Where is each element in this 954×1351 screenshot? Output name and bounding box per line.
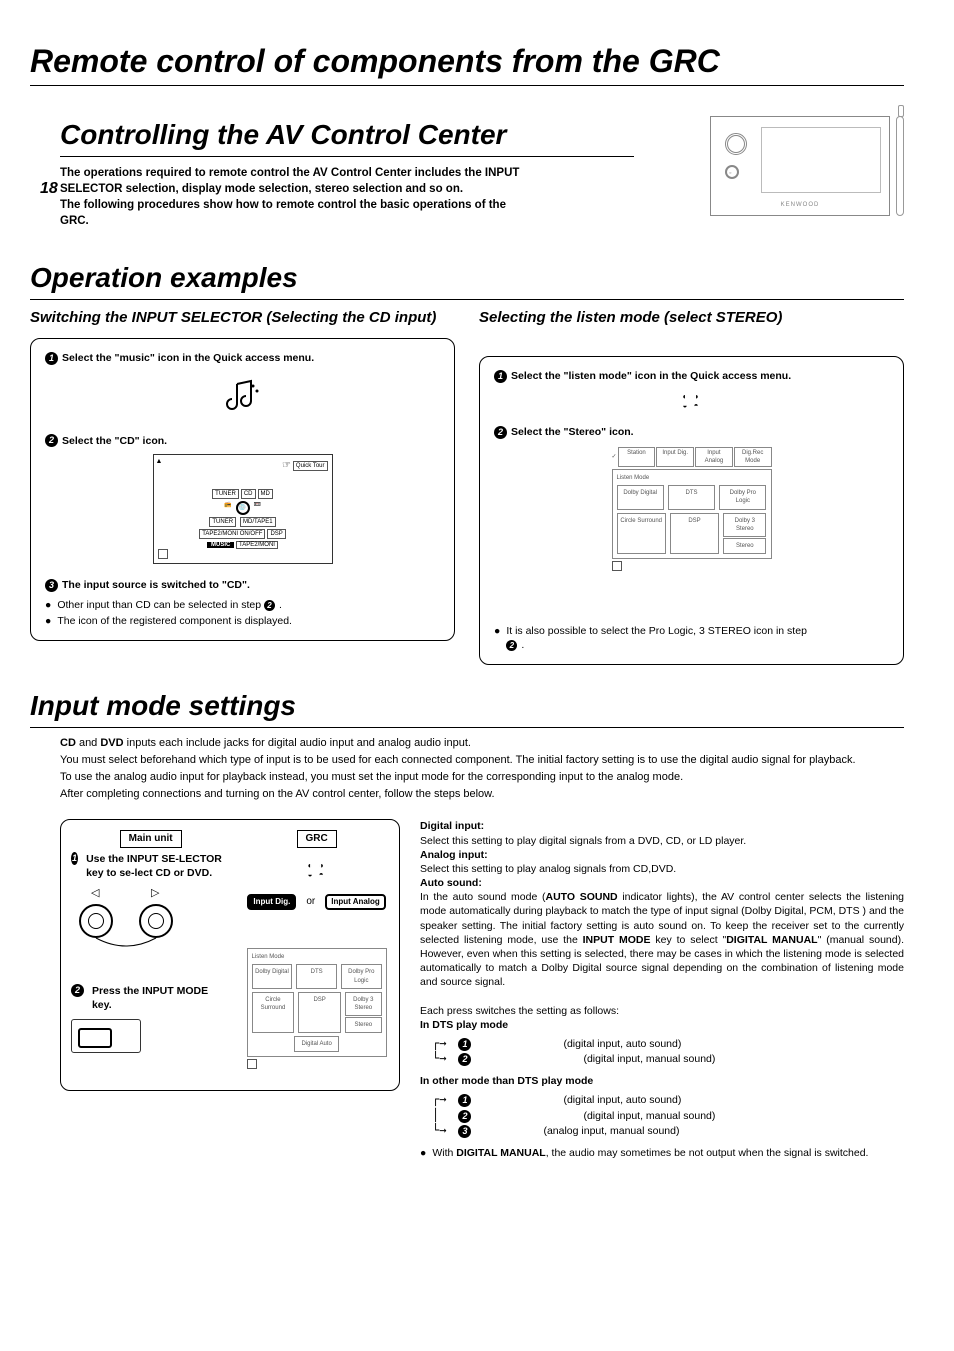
bullet-icon: ●: [45, 614, 51, 628]
input-analog-pill: Input Analog: [325, 894, 386, 911]
step-marker-1: 1: [71, 852, 78, 865]
lower-panel: Main unit 1 Use the INPUT SE-LECTOR key t…: [60, 819, 400, 1091]
main-unit-label: Main unit: [120, 830, 182, 848]
subhead-right: Selecting the listen mode (select STEREO…: [479, 308, 904, 346]
subhead-left: Switching the INPUT SELECTOR (Selecting …: [30, 308, 455, 328]
right-step2-text: Select the "Stereo" icon.: [511, 426, 634, 438]
device-illustration: ◦ KENWOOD: [664, 116, 904, 216]
step-marker-3: 3: [45, 579, 58, 592]
button-illustration: [71, 1019, 141, 1053]
left-step1-text: Select the "music" icon in the Quick acc…: [62, 352, 314, 364]
knob-illustration: ◁ ▷: [71, 886, 191, 956]
listen-mode-menu-illustration-2: Listen Mode Dolby DigitalDTSDolby Pro Lo…: [247, 948, 387, 1072]
or-text: or: [306, 895, 315, 909]
listen-mode-icon: ◐ ◑◒ ◓: [494, 393, 889, 411]
right-bullet1: It is also possible to select the Pro Lo…: [506, 624, 807, 652]
input-dig-pill: Input Dig.: [247, 894, 296, 911]
listen-mode-menu-illustration: ✓ Station Input Dig. Input Analog Dig.Re…: [612, 447, 772, 574]
step-marker-2: 2: [45, 434, 58, 447]
input-mode-explanation: Digital input: Select this setting to pl…: [420, 819, 904, 1160]
left-bullet2: The icon of the registered component is …: [57, 614, 292, 628]
section3-heading: Input mode settings: [30, 687, 904, 728]
step-marker-1: 1: [45, 352, 58, 365]
bullet-icon: ●: [45, 598, 51, 612]
section1-heading: Controlling the AV Control Center: [60, 116, 634, 157]
left-bullet1: Other input than CD can be selected in s…: [57, 598, 282, 612]
left-panel: 1 Select the "music" icon in the Quick ac…: [30, 338, 455, 641]
grc-label: GRC: [297, 830, 337, 848]
music-menu-illustration: ▲ ☞Quick Tour TUNERCDMD 📻💿📼 TUNERMD/TAPE…: [153, 454, 333, 564]
page-number: 18: [40, 178, 58, 200]
lower-step1-text: Use the INPUT SE-LECTOR key to se-lect C…: [86, 852, 230, 880]
left-step3-text: The input source is switched to "CD".: [62, 579, 250, 591]
section2-heading: Operation examples: [30, 259, 450, 299]
final-note: With DIGITAL MANUAL, the audio may somet…: [432, 1146, 868, 1160]
step-marker-1: 1: [494, 370, 507, 383]
step-marker-2: 2: [494, 426, 507, 439]
bullet-icon: ●: [420, 1146, 426, 1160]
left-step2-text: Select the "CD" icon.: [62, 435, 167, 447]
right-panel: 1 Select the "listen mode" icon in the Qu…: [479, 356, 904, 665]
listen-mode-icon: ◐ ◑◒ ◓: [244, 862, 389, 880]
bullet-icon: ●: [494, 624, 500, 652]
page-number-value: 18: [40, 180, 58, 197]
input-mode-intro: CD and DVD inputs each include jacks for…: [60, 736, 904, 801]
intro-text: The operations required to remote contro…: [60, 165, 520, 229]
right-step1-text: Select the "listen mode" icon in the Qui…: [511, 370, 791, 382]
main-heading: Remote control of components from the GR…: [30, 40, 904, 86]
lower-step2-text: Press the INPUT MODE key.: [92, 984, 230, 1012]
music-icon: [45, 376, 440, 420]
step-marker-2: 2: [71, 984, 84, 997]
